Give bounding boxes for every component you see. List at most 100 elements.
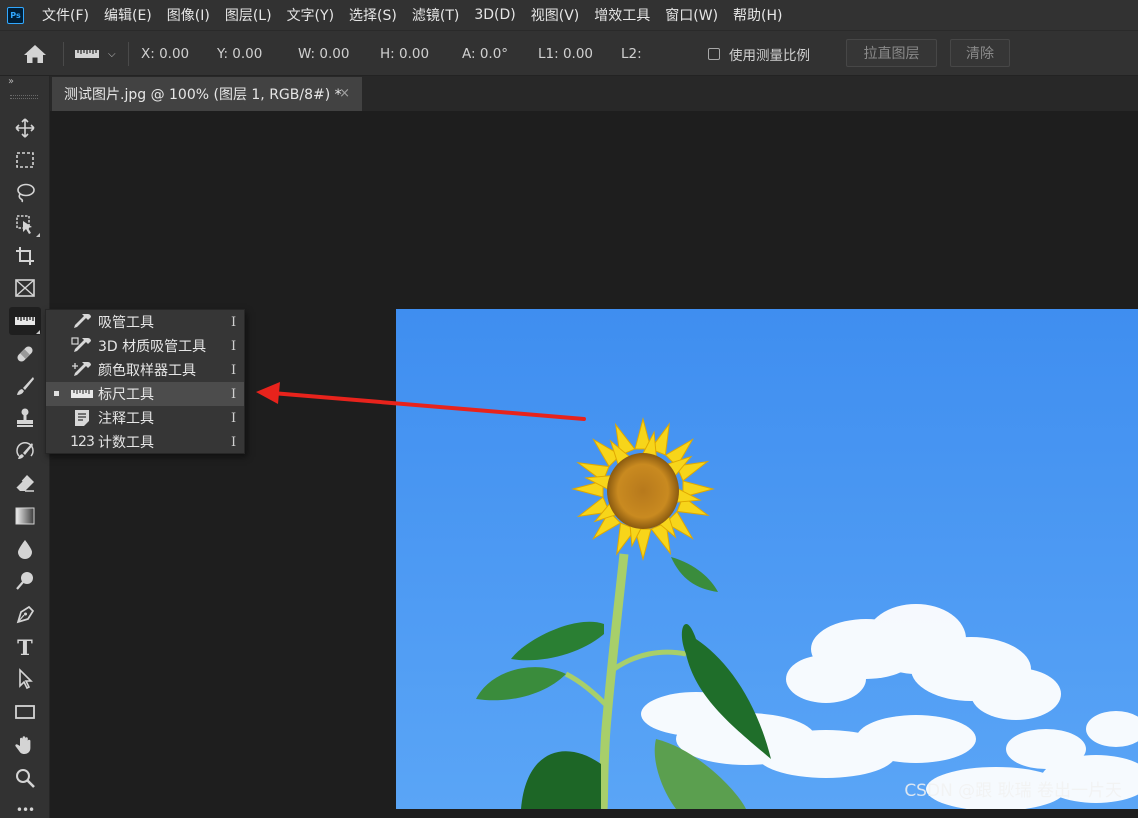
- menu-type[interactable]: 文字(Y): [287, 5, 334, 25]
- ruler-tool[interactable]: [9, 307, 41, 335]
- flyout-item-label: 3D 材质吸管工具: [98, 339, 207, 355]
- count-icon: 123: [68, 432, 96, 452]
- divider: [63, 42, 64, 66]
- flyout-item-eyedropper[interactable]: 吸管工具 I: [46, 310, 244, 334]
- watermark-text: CSDN @跟 耿瑞 卷出一片天: [904, 781, 1122, 801]
- brush-icon: [17, 377, 34, 395]
- document-tab[interactable]: 测试图片.jpg @ 100% (图层 1, RGB/8#) * ×: [52, 77, 362, 111]
- eyedropper-icon: [68, 312, 96, 332]
- flyout-item-3d-material-eyedropper[interactable]: 3D 材质吸管工具 I: [46, 334, 244, 358]
- clear-button[interactable]: 清除: [950, 39, 1010, 67]
- path-select-arrow-icon: [19, 668, 33, 690]
- type-tool[interactable]: T: [9, 633, 41, 661]
- move-tool[interactable]: [9, 114, 41, 142]
- flyout-item-shortcut: I: [231, 434, 237, 450]
- home-button[interactable]: [22, 31, 48, 77]
- menu-help[interactable]: 帮助(H): [733, 5, 782, 25]
- gradient-icon: [15, 507, 35, 525]
- flyout-item-shortcut: I: [231, 410, 237, 426]
- l1-value: L1: 0.00: [538, 46, 594, 62]
- water-drop-icon: [18, 540, 32, 559]
- object-selection-tool[interactable]: [9, 210, 41, 238]
- type-icon: T: [17, 634, 33, 660]
- more-tools[interactable]: •••: [9, 796, 41, 818]
- photoshop-logo[interactable]: Ps: [7, 6, 24, 24]
- height-value: H: 0.00: [380, 46, 430, 62]
- hand-icon: [15, 736, 31, 754]
- tool-preset-picker[interactable]: ⌵: [74, 31, 116, 77]
- history-brush-tool[interactable]: [9, 436, 41, 464]
- color-sampler-icon: [68, 360, 96, 380]
- marquee-tool[interactable]: [9, 146, 41, 174]
- menu-file[interactable]: 文件(F): [42, 5, 89, 25]
- panel-grip[interactable]: [10, 95, 38, 99]
- flyout-item-shortcut: I: [231, 314, 237, 330]
- lasso-tool[interactable]: [9, 178, 41, 206]
- lasso-icon: [17, 183, 35, 203]
- flyout-item-label: 吸管工具: [98, 315, 154, 331]
- close-icon[interactable]: ×: [339, 86, 350, 101]
- y-value: Y: 0.00: [217, 46, 263, 62]
- healing-brush-tool[interactable]: [9, 340, 41, 368]
- options-bar: ⌵ X: 0.00 Y: 0.00 W: 0.00 H: 0.00 A: 0.0…: [0, 30, 1138, 76]
- crop-tool[interactable]: [9, 242, 41, 270]
- path-selection-tool[interactable]: [9, 665, 41, 693]
- count-icon-text: 123: [70, 434, 95, 450]
- clone-stamp-tool[interactable]: [9, 404, 41, 432]
- menu-plugins[interactable]: 增效工具: [594, 5, 650, 25]
- document-image[interactable]: CSDN @跟 耿瑞 卷出一片天: [396, 309, 1138, 809]
- dodge-tool[interactable]: [9, 567, 41, 595]
- rectangle-tool[interactable]: [9, 698, 41, 726]
- move-icon: [15, 118, 35, 138]
- flyout-item-label: 注释工具: [98, 411, 154, 427]
- flyout-item-note[interactable]: 注释工具 I: [46, 406, 244, 430]
- crop-icon: [16, 247, 34, 265]
- hand-tool[interactable]: [9, 731, 41, 759]
- menu-edit[interactable]: 编辑(E): [104, 5, 152, 25]
- rectangle-marquee-icon: [16, 152, 34, 168]
- menu-window[interactable]: 窗口(W): [665, 5, 718, 25]
- magnifier-icon: [16, 769, 35, 788]
- ruler-icon: [15, 317, 35, 325]
- pen-icon: [16, 605, 35, 624]
- sunflower-photo: [396, 309, 1138, 809]
- note-icon: [68, 408, 96, 428]
- flyout-item-color-sampler[interactable]: 颜色取样器工具 I: [46, 358, 244, 382]
- menu-3d[interactable]: 3D(D): [474, 7, 515, 23]
- checkbox-box[interactable]: [708, 48, 720, 60]
- 3d-material-eyedropper-icon: [68, 336, 96, 356]
- flyout-item-shortcut: I: [231, 362, 237, 378]
- use-measurement-scale-label: 使用测量比例: [729, 48, 810, 64]
- frame-tool[interactable]: [9, 274, 41, 302]
- menu-view[interactable]: 视图(V): [531, 5, 580, 25]
- zoom-tool[interactable]: [9, 764, 41, 792]
- ruler-icon: [75, 50, 99, 58]
- flyout-item-ruler[interactable]: 标尺工具 I: [46, 382, 244, 406]
- history-brush-icon: [16, 441, 34, 459]
- document-tab-bar: 测试图片.jpg @ 100% (图层 1, RGB/8#) * ×: [50, 76, 1138, 111]
- document-tab-title: 测试图片.jpg @ 100% (图层 1, RGB/8#) *: [64, 87, 342, 103]
- straighten-layer-button[interactable]: 拉直图层: [846, 39, 937, 67]
- pen-tool[interactable]: [9, 600, 41, 628]
- dodge-icon: [16, 572, 33, 590]
- more-icon: •••: [15, 803, 35, 817]
- flyout-item-count[interactable]: 123 计数工具 I: [46, 430, 244, 454]
- eraser-tool[interactable]: [9, 469, 41, 497]
- flyout-item-label: 颜色取样器工具: [98, 363, 196, 379]
- menu-select[interactable]: 选择(S): [349, 5, 397, 25]
- brush-tool[interactable]: [9, 372, 41, 400]
- menu-layer[interactable]: 图层(L): [225, 5, 272, 25]
- stamp-icon: [17, 408, 33, 427]
- tool-group-indicator: [36, 233, 40, 237]
- collapse-panel-icon[interactable]: ››: [8, 76, 14, 87]
- tools-panel: ›› T •••: [0, 76, 50, 818]
- selected-indicator: [54, 391, 59, 396]
- chevron-down-icon: ⌵: [108, 48, 116, 60]
- menu-filter[interactable]: 滤镜(T): [412, 5, 459, 25]
- menu-image[interactable]: 图像(I): [167, 5, 210, 25]
- flyout-item-shortcut: I: [231, 338, 237, 354]
- blur-tool[interactable]: [9, 535, 41, 563]
- gradient-tool[interactable]: [9, 502, 41, 530]
- use-measurement-scale-checkbox[interactable]: 使用测量比例: [708, 31, 810, 77]
- eraser-icon: [15, 475, 34, 492]
